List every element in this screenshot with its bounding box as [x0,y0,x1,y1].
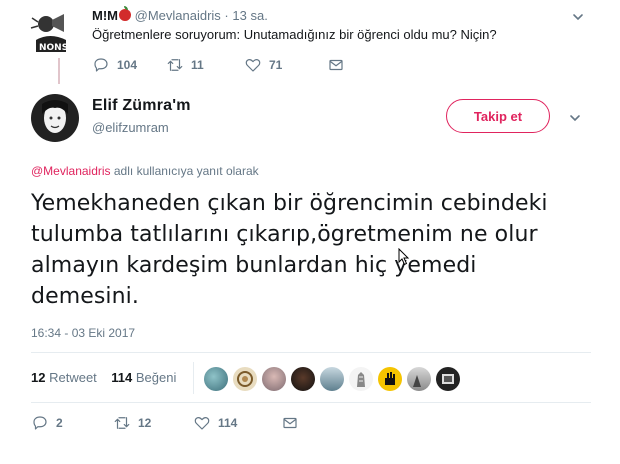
envelope-icon [283,417,297,429]
like-stat-count: 114 [111,370,133,385]
apple-emoji-icon [119,6,131,21]
main-tweet-text: Yemekhaneden çıkan bir öğrencimin cebind… [31,191,548,309]
liker-avatar[interactable] [262,367,286,391]
parent-reply-button[interactable]: 104 [92,56,137,74]
liker-avatar[interactable] [436,367,460,391]
liker-avatar[interactable] [291,367,315,391]
main-display-name[interactable]: Elif Zümra'm [92,97,191,115]
reply-mention-link[interactable]: @Mevlanaidris [31,164,111,178]
reply-context-suffix: adlı kullanıcıya yanıt olarak [110,164,259,178]
divider [31,352,591,353]
retweet-stat-count: 12 [31,370,46,385]
parent-avatar[interactable]: NONS [28,10,72,54]
divider [31,402,591,403]
stats-separator [193,362,194,394]
message-button[interactable] [281,414,306,432]
parent-like-button[interactable]: 71 [244,56,282,74]
retweet-icon [114,417,130,429]
like-stat-label: Beğeni [135,370,177,385]
parent-display-name[interactable]: M!M [92,8,118,23]
parent-tweet[interactable]: NONS M!M @Mevlanaidris · 13 sa. Öğretmen… [0,0,620,84]
reply-button[interactable]: 2 [31,414,63,432]
reply-icon [33,416,47,430]
liker-avatar[interactable] [320,367,344,391]
retweet-icon [167,59,183,71]
liker-avatar[interactable] [349,367,373,391]
main-action-bar: 2 12 114 [31,414,331,434]
parent-retweet-button[interactable]: 11 [166,56,204,74]
parent-tweet-text: Öğretmenlere soruyorum: Unutamadığınız b… [92,27,497,42]
parent-message-button[interactable] [327,56,352,74]
liker-avatars [204,367,465,391]
retweet-stat-label: Retweet [49,370,97,385]
liker-avatar[interactable] [378,367,402,391]
like-count: 114 [218,416,238,430]
parent-handle[interactable]: @Mevlanaidris [135,8,221,23]
liker-avatar[interactable] [233,367,257,391]
retweet-button[interactable]: 12 [113,414,151,432]
envelope-icon [329,59,343,71]
parent-timestamp[interactable]: 13 sa. [232,8,267,23]
chevron-down-icon[interactable] [568,111,582,125]
liker-avatar[interactable] [407,367,431,391]
retweet-count: 12 [138,416,152,430]
like-stat[interactable]: 114 Beğeni [111,370,176,385]
parent-reply-count: 104 [117,58,138,72]
retweet-stat[interactable]: 12 Retweet [31,370,97,385]
heart-icon [245,59,261,72]
main-handle[interactable]: @elifzumram [92,120,169,135]
parent-tweet-header: M!M @Mevlanaidris · 13 sa. [92,6,268,23]
heart-icon [194,417,210,430]
liker-avatar[interactable] [204,367,228,391]
main-timestamp[interactable]: 16:34 - 03 Eki 2017 [31,326,135,340]
chevron-down-icon[interactable] [571,10,585,24]
reply-icon [94,58,108,72]
parent-retweet-count: 11 [191,58,204,72]
parent-like-count: 71 [269,58,283,72]
follow-button[interactable]: Takip et [446,99,550,133]
svg-text:NONS: NONS [39,43,68,53]
like-button[interactable]: 114 [193,414,237,432]
main-avatar[interactable] [31,94,79,142]
reply-count: 2 [56,416,63,430]
separator-dot: · [224,8,229,23]
parent-action-bar: 104 11 71 [92,56,392,76]
engagement-stats: 12 Retweet 114 Beğeni [31,370,176,385]
mouse-cursor-icon [398,248,410,266]
reply-context: @Mevlanaidris adlı kullanıcıya yanıt ola… [31,164,259,178]
thread-connector-line [58,58,60,84]
